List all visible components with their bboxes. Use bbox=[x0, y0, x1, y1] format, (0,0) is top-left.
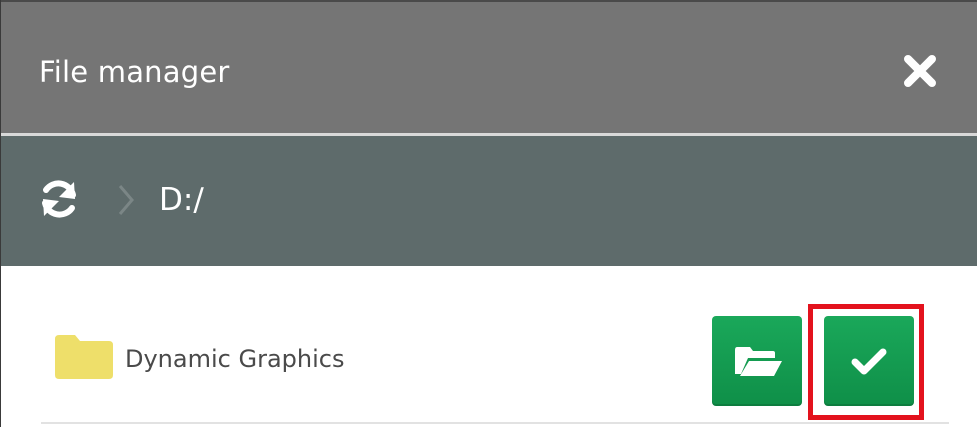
folder-open-icon bbox=[735, 347, 782, 376]
file-manager-dialog: File manager D:/ Dynamic Graphics bbox=[0, 0, 977, 427]
current-path[interactable]: D:/ bbox=[159, 181, 204, 219]
path-bar: D:/ bbox=[1, 136, 977, 266]
title-bar: File manager bbox=[1, 0, 977, 133]
folder-name[interactable]: Dynamic Graphics bbox=[125, 344, 344, 374]
close-icon[interactable] bbox=[901, 52, 939, 90]
select-button[interactable] bbox=[824, 316, 914, 406]
list-item[interactable]: Dynamic Graphics bbox=[41, 266, 949, 424]
row-divider bbox=[41, 422, 949, 424]
refresh-icon[interactable] bbox=[37, 177, 81, 221]
dialog-title: File manager bbox=[39, 55, 230, 89]
checkmark-icon bbox=[851, 348, 887, 375]
chevron-right-icon bbox=[115, 182, 137, 218]
folder-icon bbox=[55, 335, 113, 379]
open-folder-button[interactable] bbox=[712, 316, 802, 406]
